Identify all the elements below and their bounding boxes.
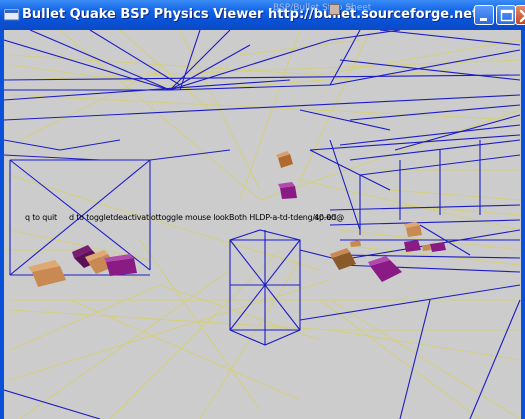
help-quit-text: q to quit — [25, 213, 57, 222]
minimize-icon — [480, 18, 487, 21]
bsp-3d-viewport[interactable]: q to quit d to toggletdeactivatiottoggle… — [4, 30, 521, 419]
minimize-button[interactable] — [474, 5, 494, 25]
close-icon — [519, 9, 525, 23]
window-title: Bullet Quake BSP Physics Viewer http://b… — [22, 7, 479, 22]
scene-render — [4, 30, 521, 419]
speed-readout: 40.00 — [314, 213, 336, 222]
close-button[interactable] — [515, 5, 525, 25]
app-window-icon — [4, 9, 20, 21]
title-bar[interactable]: Bullet Quake BSP Physics Viewer http://b… — [0, 0, 525, 30]
maximize-icon — [500, 9, 514, 22]
app-window: Bullet Quake BSP Physics Viewer http://b… — [0, 0, 525, 419]
background-window-icon — [329, 4, 340, 15]
help-overlay-text: d to toggletdeactivatiottoggle mouse loo… — [69, 213, 344, 222]
maximize-button[interactable] — [496, 5, 516, 25]
background-window-mark: = — [345, 3, 353, 13]
background-window-title-fragment: BSP/Bullet Stop Sheet — [273, 3, 372, 13]
magenta-box — [404, 240, 421, 252]
